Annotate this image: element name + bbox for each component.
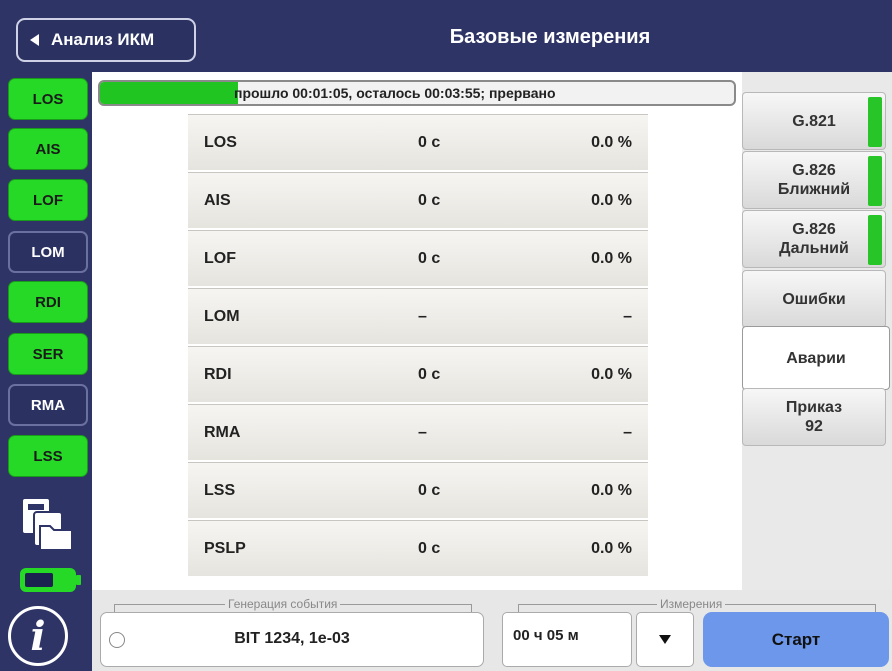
duration-value: 00 ч 05 м bbox=[513, 627, 579, 644]
duration-dropdown-button[interactable] bbox=[636, 612, 694, 667]
header-bar: Анализ ИКМ Базовые измерения bbox=[0, 0, 892, 78]
alarm-duration: 0 с bbox=[418, 482, 441, 499]
alarm-name: RDI bbox=[204, 366, 232, 383]
alarm-duration: 0 с bbox=[418, 192, 441, 209]
alarm-percent: 0.0 % bbox=[591, 366, 632, 383]
alarm-percent: 0.0 % bbox=[591, 250, 632, 267]
alarm-name: AIS bbox=[204, 192, 231, 209]
table-row: LOF 0 с 0.0 % bbox=[188, 230, 648, 286]
alarm-duration: – bbox=[418, 308, 427, 325]
event-value: BIT 1234, 1e-03 bbox=[234, 630, 350, 647]
measure-legend: Измерения bbox=[657, 597, 726, 611]
progress-fill bbox=[100, 82, 238, 104]
alarm-percent: – bbox=[623, 424, 632, 441]
alarm-name: LOS bbox=[204, 134, 237, 151]
table-row: RMA – – bbox=[188, 404, 648, 460]
tab-1[interactable]: G.826 Ближний bbox=[742, 151, 886, 209]
alarm-duration: – bbox=[418, 424, 427, 441]
table-row: LSS 0 с 0.0 % bbox=[188, 462, 648, 518]
table-row: AIS 0 с 0.0 % bbox=[188, 172, 648, 228]
indicator-ser[interactable]: SER bbox=[8, 333, 88, 375]
chevron-down-icon bbox=[659, 635, 671, 644]
back-button[interactable]: Анализ ИКМ bbox=[16, 18, 196, 62]
indicator-los[interactable]: LOS bbox=[8, 78, 88, 120]
alarm-name: LOF bbox=[204, 250, 236, 267]
alarm-name: RMA bbox=[204, 424, 241, 441]
table-row: RDI 0 с 0.0 % bbox=[188, 346, 648, 402]
tab-label: G.826 Ближний bbox=[777, 162, 851, 198]
alarm-duration: 0 с bbox=[418, 250, 441, 267]
tab-2[interactable]: G.826 Дальний bbox=[742, 210, 886, 268]
alarm-percent: – bbox=[623, 308, 632, 325]
indicator-lom[interactable]: LOM bbox=[8, 231, 88, 273]
alarm-duration: 0 с bbox=[418, 540, 441, 557]
event-generation-field[interactable]: BIT 1234, 1e-03 bbox=[100, 612, 484, 667]
tab-status-indicator bbox=[868, 156, 882, 206]
files-icon[interactable] bbox=[18, 494, 78, 554]
tab-0[interactable]: G.821 bbox=[742, 92, 886, 150]
tab-label: G.826 Дальний bbox=[779, 221, 849, 257]
alarm-percent: 0.0 % bbox=[591, 540, 632, 557]
tab-label: Аварии bbox=[786, 349, 846, 367]
alarm-name: LSS bbox=[204, 482, 236, 499]
duration-field[interactable]: 00 ч 05 м bbox=[502, 612, 632, 667]
alarm-percent: 0.0 % bbox=[591, 134, 632, 151]
battery-icon bbox=[20, 568, 81, 592]
tab-status-indicator bbox=[868, 97, 882, 147]
alarm-duration: 0 с bbox=[418, 134, 441, 151]
progress-text: прошло 00:01:05, осталось 00:03:55; прер… bbox=[234, 85, 556, 101]
info-icon[interactable]: i bbox=[8, 606, 68, 666]
tab-4[interactable]: Аварии bbox=[742, 326, 890, 390]
indicator-ais[interactable]: AIS bbox=[8, 128, 88, 170]
alarm-duration: 0 с bbox=[418, 366, 441, 383]
tab-3[interactable]: Ошибки bbox=[742, 270, 886, 328]
back-button-label: Анализ ИКМ bbox=[51, 30, 155, 49]
alarm-name: PSLP bbox=[204, 540, 246, 557]
table-row: LOS 0 с 0.0 % bbox=[188, 114, 648, 170]
back-arrow-icon bbox=[30, 34, 39, 46]
indicator-rdi[interactable]: RDI bbox=[8, 281, 88, 323]
alarm-name: LOM bbox=[204, 308, 240, 325]
alarm-percent: 0.0 % bbox=[591, 482, 632, 499]
start-button[interactable]: Старт bbox=[703, 612, 889, 667]
indicator-lss[interactable]: LSS bbox=[8, 435, 88, 477]
table-row: LOM – – bbox=[188, 288, 648, 344]
tab-label: Приказ 92 bbox=[785, 399, 843, 435]
indicator-rma[interactable]: RMA bbox=[8, 384, 88, 426]
tab-status-indicator bbox=[868, 215, 882, 265]
tab-label: Ошибки bbox=[782, 290, 846, 308]
page-title: Базовые измерения bbox=[449, 26, 651, 48]
indicator-lof[interactable]: LOF bbox=[8, 179, 88, 221]
event-legend: Генерация события bbox=[225, 597, 341, 611]
alarm-percent: 0.0 % bbox=[591, 192, 632, 209]
tab-label: G.821 bbox=[792, 112, 836, 130]
tab-5[interactable]: Приказ 92 bbox=[742, 388, 886, 446]
table-row: PSLP 0 с 0.0 % bbox=[188, 520, 648, 576]
progress-bar: прошло 00:01:05, осталось 00:03:55; прер… bbox=[98, 80, 736, 106]
